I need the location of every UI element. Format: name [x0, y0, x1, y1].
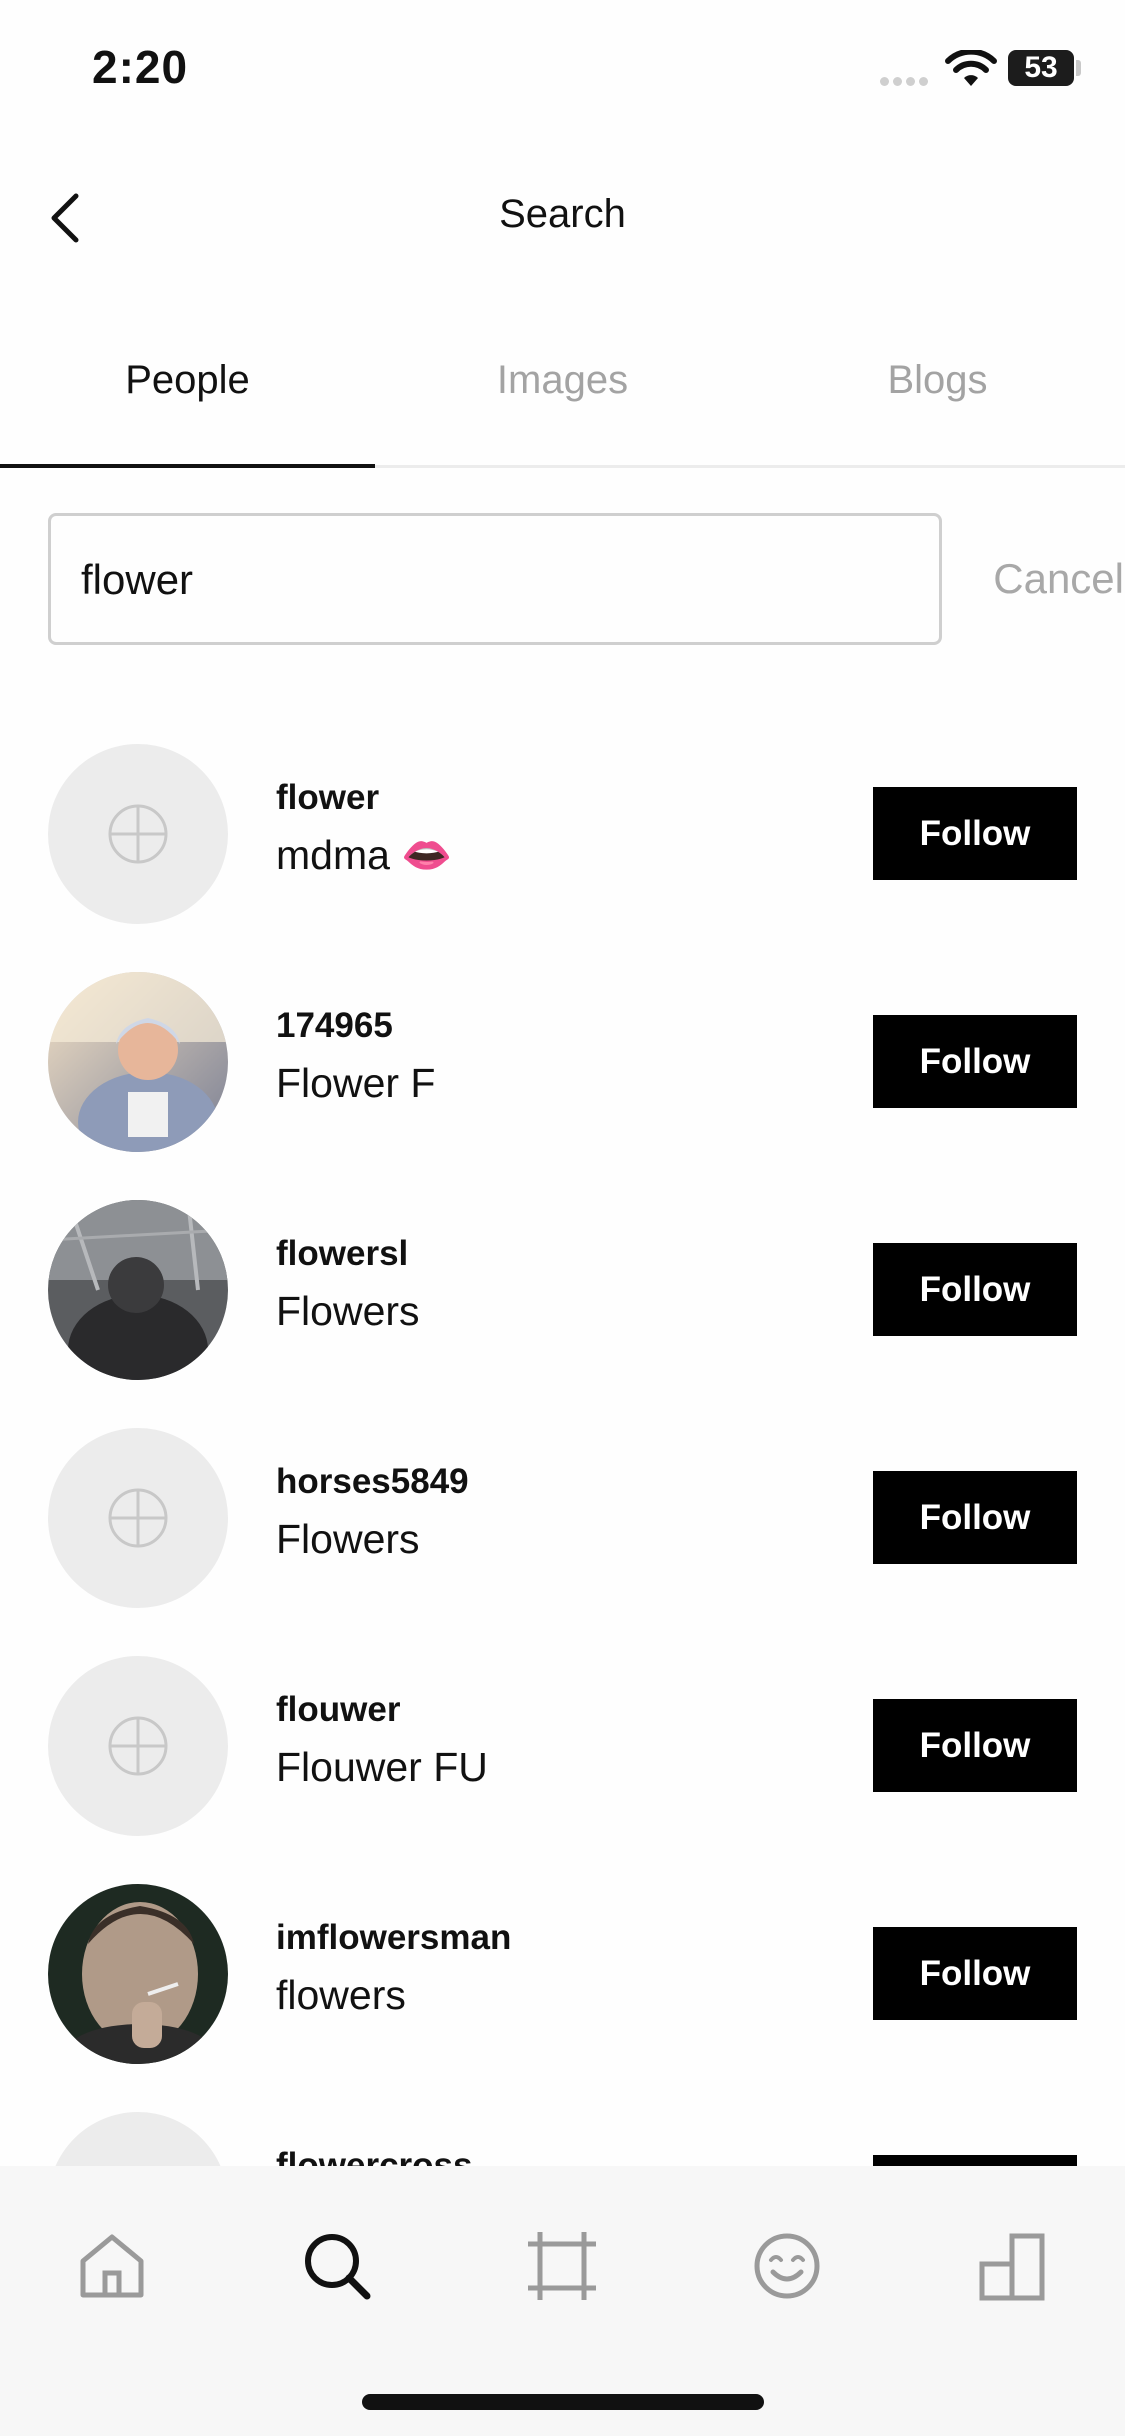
search-row: Cancel [48, 513, 1124, 647]
home-indicator [362, 2394, 764, 2410]
home-icon [80, 2234, 144, 2298]
status-bar: 2:20 53 [0, 0, 1125, 140]
display-name: Flowers [276, 1516, 420, 1562]
battery-icon: 53 [1008, 50, 1074, 86]
avatar-placeholder[interactable] [48, 1428, 228, 1608]
page-title: Search [499, 192, 626, 236]
results-list: flower mdma 👄 Follow 174965 Flower F Fol… [0, 744, 1125, 2166]
username: 174965 [276, 1006, 393, 1045]
search-input[interactable] [79, 516, 913, 644]
search-icon [305, 2234, 371, 2300]
list-item[interactable]: imflowersman flowers Follow [0, 1884, 1125, 2064]
tab-profile[interactable] [962, 2216, 1062, 2316]
bottom-tab-bar [0, 2166, 1125, 2436]
list-item[interactable]: flouwer Flouwer FU Follow [0, 1656, 1125, 1836]
avatar-placeholder[interactable] [48, 2112, 228, 2166]
username: flower [276, 778, 380, 817]
display-name: Flowers [276, 1288, 420, 1334]
cellular-signal-icon [880, 73, 932, 91]
display-name: Flower F [276, 1060, 436, 1106]
tab-search[interactable] [287, 2216, 387, 2316]
follow-button[interactable]: Follow [873, 1015, 1077, 1108]
list-item[interactable]: 174965 Flower F Follow [0, 972, 1125, 1152]
follow-button[interactable]: Follow [873, 787, 1077, 880]
follow-button[interactable]: Follow [873, 1927, 1077, 2020]
list-item[interactable]: flower mdma 👄 Follow [0, 744, 1125, 924]
display-name: Flouwer FU [276, 1744, 488, 1790]
avatar-placeholder-icon [108, 804, 168, 864]
tab-crop[interactable] [512, 2216, 612, 2316]
smiley-face-icon [754, 2233, 820, 2299]
username: flouwer [276, 1690, 401, 1729]
tab-notifications[interactable] [737, 2216, 837, 2316]
avatar[interactable] [48, 972, 228, 1152]
follow-button[interactable]: Follow [873, 1471, 1077, 1564]
tab-people[interactable]: People [0, 358, 375, 403]
username: horses5849 [276, 1462, 469, 1501]
avatar-photo [48, 1200, 228, 1380]
active-tab-indicator [0, 464, 375, 468]
tab-images[interactable]: Images [375, 358, 750, 403]
list-item[interactable]: flowercross Follow [0, 2112, 1125, 2166]
search-field [48, 513, 942, 645]
crop-frame-icon [528, 2232, 596, 2300]
avatar[interactable] [48, 1200, 228, 1380]
avatar[interactable] [48, 1884, 228, 2064]
cancel-button[interactable]: Cancel [944, 555, 1124, 603]
follow-button[interactable]: Follow [873, 1699, 1077, 1792]
follow-button[interactable]: Follow [873, 2155, 1077, 2166]
avatar-photo [48, 1884, 228, 2064]
avatar-photo [48, 972, 228, 1152]
battery-tip [1076, 60, 1081, 76]
tab-home[interactable] [62, 2216, 162, 2316]
display-name: mdma 👄 [276, 832, 453, 878]
list-item[interactable]: horses5849 Flowers Follow [0, 1428, 1125, 1608]
tab-blogs[interactable]: Blogs [750, 358, 1125, 403]
avatar-placeholder-icon [108, 1716, 168, 1776]
profile-blocks-icon [979, 2233, 1045, 2301]
header: Search [0, 170, 1125, 260]
username: flowercross [276, 2146, 473, 2166]
avatar-placeholder[interactable] [48, 1656, 228, 1836]
list-item[interactable]: flowersl Flowers Follow [0, 1200, 1125, 1380]
username: imflowersman [276, 1918, 512, 1957]
avatar-placeholder-icon [108, 1488, 168, 1548]
display-name: flowers [276, 1972, 406, 2018]
username: flowersl [276, 1234, 409, 1273]
status-time: 2:20 [92, 41, 189, 93]
avatar-placeholder[interactable] [48, 744, 228, 924]
search-tabs: People Images Blogs [0, 330, 1125, 468]
wifi-icon [945, 50, 997, 86]
follow-button[interactable]: Follow [873, 1243, 1077, 1336]
